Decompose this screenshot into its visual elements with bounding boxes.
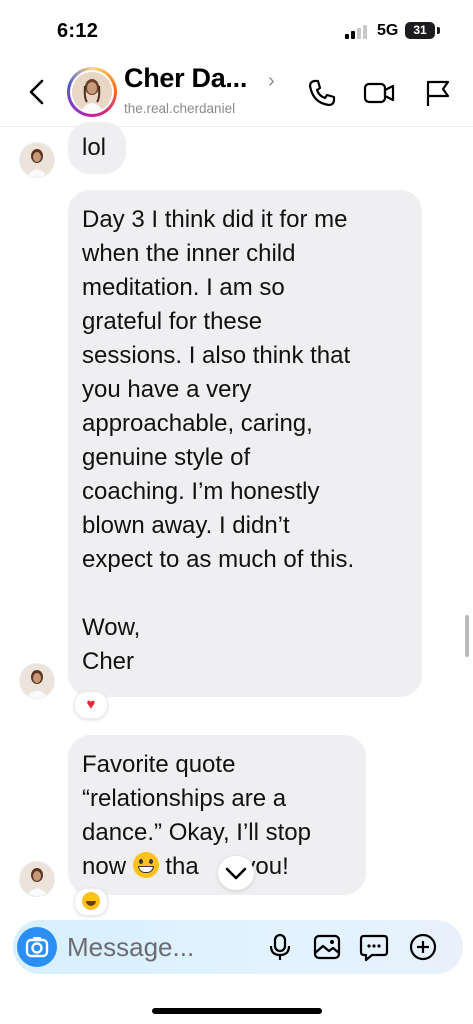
chevron-right-icon[interactable]: › [268, 70, 275, 93]
home-indicator[interactable] [152, 1008, 322, 1014]
message-line: expect to as much of this. [82, 546, 355, 573]
message-line: Wow, [82, 614, 141, 641]
camera-icon [25, 937, 49, 958]
sender-avatar[interactable] [19, 861, 55, 897]
battery-tip [437, 27, 440, 34]
scroll-down-button[interactable] [218, 856, 254, 890]
message-line: “relationships are a [82, 785, 287, 812]
avatar-photo [20, 664, 54, 698]
message-text-part: now [82, 853, 133, 880]
avatar-photo [20, 143, 54, 177]
message-line: blown away. I didn’t [82, 512, 290, 539]
scrollbar[interactable] [465, 615, 469, 657]
sender-avatar[interactable] [19, 142, 55, 178]
message-line: grateful for these [82, 308, 263, 335]
phone-icon[interactable] [305, 76, 339, 110]
contact-name[interactable]: Cher Da... [124, 63, 247, 94]
message-line: Favorite quote [82, 751, 236, 778]
network-type: 5G [377, 22, 399, 39]
avatar-photo [20, 862, 54, 896]
laughing-emoji-icon[interactable] [74, 888, 108, 916]
avatar-photo [72, 72, 112, 112]
message-line: Cher [82, 648, 135, 675]
gallery-icon[interactable] [312, 932, 342, 962]
add-icon[interactable] [408, 932, 438, 962]
message-composer [13, 920, 463, 974]
heart-reaction-icon[interactable]: ♥ [74, 691, 108, 719]
contact-avatar[interactable] [67, 67, 117, 117]
video-camera-icon[interactable] [362, 76, 396, 110]
message-bubble[interactable]: Favorite quote “relationships are a danc… [68, 735, 366, 895]
contact-handle: the.real.cherdaniel [124, 101, 236, 116]
message-line: when the inner child [82, 240, 296, 267]
microphone-icon[interactable] [265, 932, 295, 962]
message-line: genuine style of [82, 444, 251, 471]
status-time: 6:12 [57, 20, 99, 42]
message-line: Day 3 I think did it for me [82, 206, 348, 233]
message-line: coaching. I’m honestly [82, 478, 320, 505]
message-line: meditation. I am so [82, 274, 285, 301]
message-text: lol [82, 134, 107, 161]
signal-icon [345, 25, 369, 39]
status-bar: 6:12 5G 31 [0, 0, 473, 60]
chat-header: Cher Da... › the.real.cherdaniel [0, 60, 473, 127]
grinning-emoji-icon [132, 852, 159, 878]
back-chevron-icon[interactable] [22, 75, 52, 109]
message-bubble[interactable]: lol [68, 122, 126, 174]
flag-icon[interactable] [420, 76, 454, 110]
message-line: dance.” Okay, I’ll stop [82, 819, 311, 846]
battery-icon: 31 [405, 22, 435, 39]
message-text-part: tha [158, 853, 199, 880]
message-line: approachable, caring, [82, 410, 313, 437]
message-bubble[interactable]: Day 3 I think did it for me when the inn… [68, 190, 422, 697]
message-line: sessions. I also think that [82, 342, 351, 369]
message-line: you have a very [82, 376, 252, 403]
message-input[interactable] [67, 930, 257, 964]
chevron-down-icon [225, 867, 247, 880]
sticker-icon[interactable] [359, 932, 389, 962]
sender-avatar[interactable] [19, 663, 55, 699]
camera-button[interactable] [17, 927, 57, 967]
